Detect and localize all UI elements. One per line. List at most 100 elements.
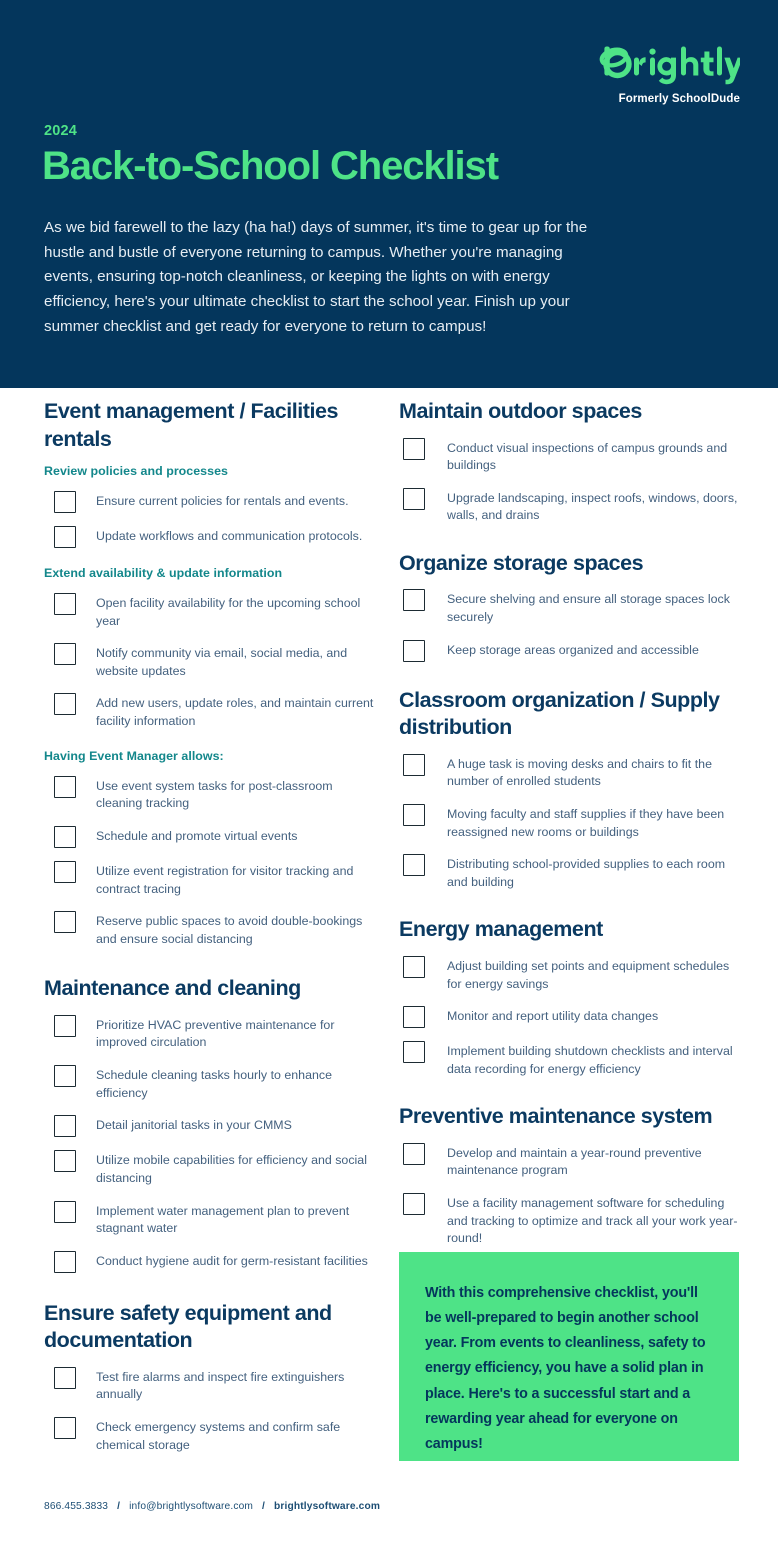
checklist-item[interactable]: Moving faculty and staff supplies if the… [403,803,739,841]
checklist-item[interactable]: A huge task is moving desks and chairs t… [403,753,739,791]
footer-email[interactable]: info@brightlysoftware.com [129,1501,253,1512]
checklist-item[interactable]: Adjust building set points and equipment… [403,955,739,993]
section-heading: Event management / Facilities rentals [44,399,339,451]
checklist-item-label: Implement water management plan to preve… [96,1203,350,1236]
checklist-item-label: Open facility availability for the upcom… [96,596,361,628]
checkbox-icon[interactable] [403,803,425,826]
checkbox-icon[interactable] [403,1006,425,1029]
footer-phone[interactable]: 866.455.3833 [44,1501,108,1512]
checkbox-icon[interactable] [54,775,76,798]
checklist-item[interactable]: Add new users, update roles, and maintai… [54,693,380,730]
checklist-item[interactable]: Implement building shutdown checklists a… [403,1041,739,1078]
checklist-item[interactable]: Utilize mobile capabilities for efficien… [54,1150,380,1187]
checklist-item[interactable]: Notify community via email, social media… [54,643,380,680]
hero-year: 2024 [44,123,78,139]
checklist-item[interactable]: Detail janitorial tasks in your CMMS [54,1115,380,1138]
checklist-item-label: Conduct hygiene audit for germ-resistant… [96,1253,368,1268]
checkbox-icon[interactable] [403,589,425,612]
checkbox-icon[interactable] [403,1193,425,1216]
checkbox-icon[interactable] [403,1142,425,1165]
checklist-item[interactable]: Conduct visual inspections of campus gro… [403,437,739,475]
subsection-heading: Extend availability & update information [44,566,283,581]
checkbox-icon[interactable] [54,1416,76,1439]
subsection-heading: Review policies and processes [44,464,228,479]
checklist-item[interactable]: Reserve public spaces to avoid double-bo… [54,911,380,948]
checkbox-icon[interactable] [54,860,76,883]
checklist-item-label: Secure shelving and ensure all storage s… [447,592,730,625]
checklist-page: Formerly SchoolDude 2024 Back-to-School … [0,0,778,1556]
checkbox-icon[interactable] [54,1014,76,1037]
checkbox-icon[interactable] [54,491,76,514]
summary-callout-text: With this comprehensive checklist, you'l… [425,1285,706,1452]
checklist-item-label: Conduct visual inspections of campus gro… [447,440,728,473]
hero-intro-paragraph: As we bid farewell to the lazy (ha ha!) … [44,219,588,335]
checkbox-icon[interactable] [54,911,76,934]
checklist-item-label: Use event system tasks for post-classroo… [96,778,333,811]
checklist-item[interactable]: Prioritize HVAC preventive maintenance f… [54,1014,380,1052]
checklist-item[interactable]: Conduct hygiene audit for germ-resistant… [54,1250,380,1273]
checkbox-icon[interactable] [54,1150,76,1173]
hero-banner: Formerly SchoolDude 2024 Back-to-School … [0,0,778,388]
footer-website[interactable]: brightlysoftware.com [274,1501,380,1512]
checklist-item[interactable]: Utilize event registration for visitor t… [54,860,380,898]
checklist-item-label: Check emergency systems and confirm safe… [96,1419,341,1452]
checklist-item-label: A huge task is moving desks and chairs t… [447,756,712,789]
checklist-item-label: Schedule and promote virtual events [96,828,298,843]
footer-separator-1: / [117,1501,121,1512]
checklist-item-label: Moving faculty and staff supplies if the… [447,806,725,839]
checklist-item[interactable]: Develop and maintain a year-round preven… [403,1142,739,1180]
checklist-item[interactable]: Keep storage areas organized and accessi… [403,639,739,662]
checklist-item-label: Implement building shutdown checklists a… [447,1044,733,1076]
checkbox-icon[interactable] [403,854,425,877]
checkbox-icon[interactable] [403,437,425,460]
checklist-item[interactable]: Upgrade landscaping, inspect roofs, wind… [403,487,739,525]
checkbox-icon[interactable] [54,643,76,666]
subsection-heading: Having Event Manager allows: [44,748,224,763]
checklist-item[interactable]: Schedule and promote virtual events [54,825,380,848]
checklist-item-label: Use a facility management software for s… [447,1196,738,1246]
checklist-item[interactable]: Use a facility management software for s… [403,1193,739,1248]
checklist-item[interactable]: Update workflows and communication proto… [54,526,380,549]
checklist-item-label: Utilize mobile capabilities for efficien… [96,1153,367,1185]
checklist-item-label: Prioritize HVAC preventive maintenance f… [96,1017,335,1050]
checkbox-icon[interactable] [54,1366,76,1389]
checklist-item-label: Notify community via email, social media… [96,646,348,678]
page-title: Back-to-School Checklist [42,144,499,188]
checkbox-icon[interactable] [54,1115,76,1138]
checklist-item[interactable]: Distributing school-provided supplies to… [403,854,739,891]
checklist-item[interactable]: Implement water management plan to preve… [54,1200,380,1238]
checklist-item[interactable]: Monitor and report utility data changes [403,1006,739,1029]
checklist-item-label: Distributing school-provided supplies to… [447,857,726,889]
checkbox-icon[interactable] [54,1250,76,1273]
checklist-item[interactable]: Ensure current policies for rentals and … [54,491,380,514]
checkbox-icon[interactable] [403,753,425,776]
section-heading: Energy management [399,917,603,942]
brightly-wordmark-icon [599,46,740,85]
checklist-item[interactable]: Check emergency systems and confirm safe… [54,1416,380,1454]
logo-tagline: Formerly SchoolDude [618,93,740,105]
checkbox-icon[interactable] [54,693,76,716]
checklist-item[interactable]: Secure shelving and ensure all storage s… [403,589,739,626]
section-heading: Organize storage spaces [399,550,644,575]
checklist-item-label: Add new users, update roles, and maintai… [96,696,374,729]
checklist-item-label: Schedule cleaning tasks hourly to enhanc… [96,1068,332,1100]
checkbox-icon[interactable] [54,1200,76,1223]
checkbox-icon[interactable] [403,1041,425,1064]
checklist-item[interactable]: Use event system tasks for post-classroo… [54,775,380,813]
checklist-item-label: Detail janitorial tasks in your CMMS [96,1118,292,1133]
checklist-item-label: Develop and maintain a year-round preven… [447,1145,702,1178]
checkbox-icon[interactable] [54,526,76,549]
checkbox-icon[interactable] [403,639,425,662]
checklist-item[interactable]: Schedule cleaning tasks hourly to enhanc… [54,1065,380,1102]
section-heading: Maintain outdoor spaces [399,399,642,423]
checklist-item-label: Adjust building set points and equipment… [447,958,730,991]
checkbox-icon[interactable] [54,593,76,616]
checklist-item[interactable]: Test fire alarms and inspect fire exting… [54,1366,380,1404]
checkbox-icon[interactable] [403,487,425,510]
checkbox-icon[interactable] [403,955,425,978]
checkbox-icon[interactable] [54,1065,76,1088]
checklist-item[interactable]: Open facility availability for the upcom… [54,593,380,630]
checklist-item-label: Utilize event registration for visitor t… [96,863,354,896]
checkbox-icon[interactable] [54,825,76,848]
checklist-item-label: Update workflows and communication proto… [96,529,363,544]
